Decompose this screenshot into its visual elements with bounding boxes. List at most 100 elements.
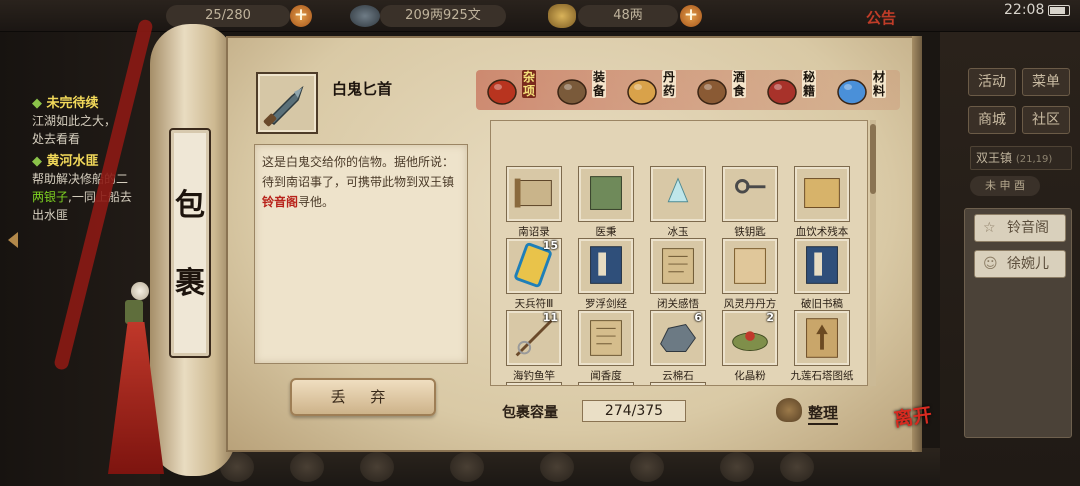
community-button[interactable]: 社区 — [1022, 106, 1070, 134]
scroll-right-edge — [912, 36, 922, 452]
inventory-slot[interactable] — [578, 166, 634, 222]
money-pouch-icon — [350, 5, 380, 27]
notice-button[interactable]: 公告 — [866, 7, 896, 28]
grid-scroll-thumb[interactable] — [870, 124, 876, 194]
inventory-slot[interactable]: 6 — [650, 310, 706, 366]
item-name: 南诏录 — [518, 226, 550, 238]
tab-0-label[interactable]: 杂项 — [522, 70, 536, 98]
world-nav-icon[interactable] — [720, 452, 754, 482]
money-display: 209两925文 — [380, 5, 506, 27]
jade-icon — [667, 177, 689, 203]
social-nav-icon[interactable] — [630, 452, 664, 482]
quest-line: 处去看看 — [32, 132, 81, 146]
inventory-slot[interactable] — [794, 310, 850, 366]
skill-nav-icon[interactable] — [540, 452, 574, 482]
time-period: 未 申 酉 — [970, 176, 1040, 196]
clock: 22:08 — [1004, 2, 1045, 18]
quest-line: 两银子,一同上船去 — [32, 190, 132, 204]
inventory-slot[interactable] — [722, 166, 778, 222]
item-count: 15 — [542, 239, 558, 252]
silver-display: 48两 — [578, 5, 678, 27]
inventory-slot[interactable]: 2 — [722, 310, 778, 366]
tab-2-label[interactable]: 丹药 — [662, 70, 676, 98]
sort-label: 整理 — [808, 402, 839, 425]
add-silver-button[interactable]: + — [680, 5, 702, 27]
item-name: 天兵符Ⅲ — [514, 298, 554, 310]
quest-title-2[interactable]: ◆ 黄河水匪 — [32, 150, 99, 169]
shop-button[interactable]: 商城 — [968, 106, 1016, 134]
item-name: 罗浮剑经 — [585, 298, 627, 310]
wine-icon[interactable] — [694, 72, 730, 108]
dagger-icon — [263, 85, 304, 127]
note-icon — [662, 248, 694, 284]
martial-nav-icon[interactable] — [360, 452, 394, 482]
activity-button[interactable]: 活动 — [968, 68, 1016, 96]
item-name: 破旧书稿 — [801, 298, 843, 310]
inventory-slot[interactable] — [506, 166, 562, 222]
item-name: 医秉 — [595, 226, 617, 238]
pouch-icon — [776, 398, 802, 422]
star-icon: ☆ — [983, 220, 996, 236]
npc-item-lingyin[interactable]: ☆ 铃音阁 — [974, 214, 1066, 242]
sect-nav-icon[interactable] — [450, 452, 484, 482]
manual-icon — [806, 246, 838, 284]
quest-title-1[interactable]: ◆ 未完待续 — [32, 92, 99, 111]
menu-button[interactable]: 菜单 — [1022, 68, 1070, 96]
battery-icon — [1048, 5, 1070, 16]
location-display: 双王镇 (21,19) — [970, 146, 1072, 170]
scroll-title-strip — [169, 128, 211, 358]
item-name: 血饮术残本 — [795, 226, 849, 238]
item-name: 铁钥匙 — [734, 226, 766, 238]
map-nav-icon[interactable] — [780, 452, 814, 482]
collapse-arrow-icon[interactable] — [8, 232, 18, 248]
weapon-icon[interactable] — [554, 72, 590, 108]
inventory-slot[interactable] — [794, 238, 850, 294]
inventory-slot[interactable] — [650, 166, 706, 222]
person-icon: ☺ — [983, 256, 998, 272]
drop-button[interactable]: 丢 弃 — [290, 378, 436, 416]
quest-line: 出水匪 — [32, 208, 69, 222]
npc-item-xuwaner[interactable]: ☺ 徐婉儿 — [974, 250, 1066, 278]
tab-3-label[interactable]: 酒食 — [732, 70, 746, 98]
item-name: 化晶粉 — [734, 370, 766, 382]
scroll-icon — [514, 178, 552, 208]
item-name: 冰玉 — [667, 226, 689, 238]
inventory-slot[interactable]: 11 — [506, 310, 562, 366]
quest-line: 江湖如此之大， — [32, 114, 117, 128]
inventory-slot[interactable] — [722, 238, 778, 294]
item-name: 云棉石 — [662, 370, 694, 382]
scroll-title-char: 包 — [175, 188, 205, 223]
inventory-slot[interactable] — [794, 166, 850, 222]
add-stamina-button[interactable]: + — [290, 5, 312, 27]
jade-clasp-decoration — [125, 300, 143, 324]
inventory-slot[interactable] — [650, 238, 706, 294]
silver-ingot-icon — [548, 4, 576, 28]
manual-icon — [590, 246, 622, 284]
key-icon — [735, 179, 766, 194]
inventory-slot[interactable] — [578, 238, 634, 294]
quest-nav-icon[interactable] — [290, 452, 324, 482]
npc-list — [964, 208, 1072, 438]
pill-icon[interactable] — [624, 72, 660, 108]
capacity-value: 274/375 — [582, 400, 686, 422]
book-icon[interactable] — [764, 72, 800, 108]
inventory-slot[interactable] — [578, 310, 634, 366]
item-count: 11 — [542, 311, 558, 324]
item-count: 2 — [766, 311, 774, 324]
item-name: 风灵丹丹方 — [723, 298, 777, 310]
recipe-icon — [734, 248, 766, 284]
note-icon — [590, 320, 622, 356]
scroll-title-char: 裹 — [175, 266, 205, 301]
tab-1-label[interactable]: 装备 — [592, 70, 606, 98]
tab-5-label[interactable]: 材料 — [872, 70, 886, 98]
selected-item-name: 白鬼匕首 — [332, 80, 393, 98]
blueprint-icon — [806, 318, 838, 358]
item-count: 6 — [694, 311, 702, 324]
item-name: 闭关感悟 — [657, 298, 699, 310]
item-name: 闻香度 — [590, 370, 622, 382]
inventory-slot[interactable]: 15 — [506, 238, 562, 294]
tab-4-label[interactable]: 秘籍 — [802, 70, 816, 98]
selected-item-slot — [256, 72, 318, 134]
crystal-icon[interactable] — [834, 72, 870, 108]
pot-icon[interactable] — [484, 72, 520, 108]
